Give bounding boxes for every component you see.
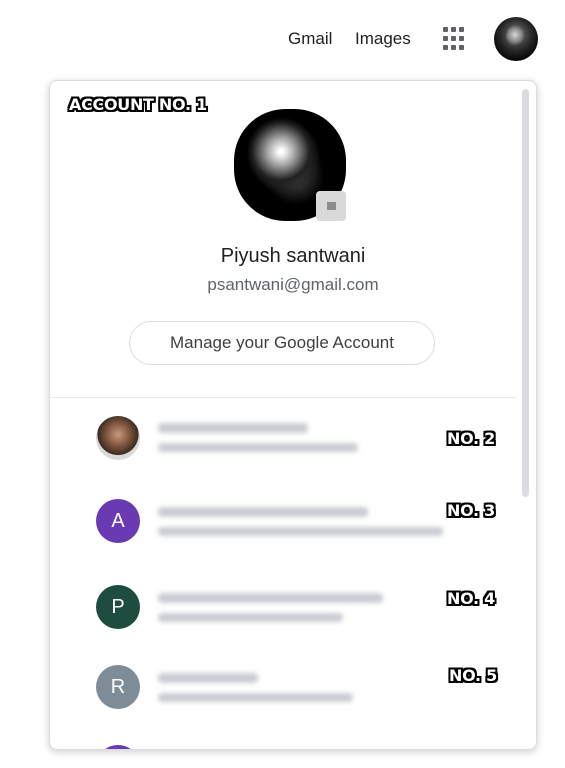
- account-list-item[interactable]: [50, 731, 516, 749]
- apps-grid-icon[interactable]: [443, 27, 467, 51]
- manage-google-account-button[interactable]: Manage your Google Account: [129, 321, 435, 365]
- blurred-account-name: [158, 423, 308, 433]
- account-list-item[interactable]: R: [50, 651, 516, 711]
- account-avatar: [96, 416, 140, 460]
- images-link[interactable]: Images: [355, 29, 411, 49]
- blurred-account-name: [158, 507, 368, 517]
- account-avatar: R: [96, 665, 140, 709]
- account-list-item[interactable]: A: [50, 491, 516, 551]
- account-avatar-button[interactable]: [494, 17, 538, 61]
- blurred-account-name: [158, 593, 383, 603]
- overlay-label-account-2: NO. 2: [447, 429, 495, 448]
- blurred-account-email: [158, 527, 443, 536]
- blurred-account-email: [158, 443, 358, 452]
- account-avatar: A: [96, 499, 140, 543]
- gmail-link[interactable]: Gmail: [288, 29, 332, 49]
- divider: [50, 397, 516, 398]
- overlay-label-account-3: NO. 3: [447, 501, 495, 520]
- camera-icon[interactable]: [316, 191, 346, 221]
- account-avatar: P: [96, 585, 140, 629]
- account-switcher-panel: ACCOUNT NO. 1 Piyush santwani psantwani@…: [49, 80, 537, 750]
- current-user-name: Piyush santwani: [220, 245, 366, 267]
- current-user-email: psantwani@gmail.com: [207, 275, 379, 294]
- current-user-avatar[interactable]: [234, 109, 346, 221]
- overlay-label-account-1: ACCOUNT NO. 1: [69, 95, 207, 114]
- overlay-label-account-5: NO. 5: [449, 666, 497, 685]
- blurred-account-email: [158, 613, 343, 622]
- blurred-account-email: [158, 693, 353, 702]
- overlay-label-account-4: NO. 4: [447, 589, 495, 608]
- top-bar: Gmail Images: [0, 0, 565, 80]
- blurred-account-name: [158, 673, 258, 683]
- account-avatar: [96, 745, 140, 749]
